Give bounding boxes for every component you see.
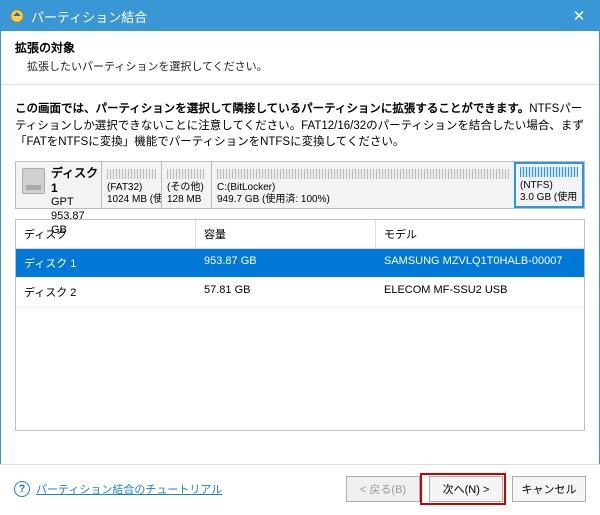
help-icon[interactable]: ? — [14, 481, 30, 497]
th-model[interactable]: モデル — [376, 220, 584, 248]
table-body: ディスク 1 953.87 GB SAMSUNG MZVLQ1T0HALB-00… — [16, 249, 584, 431]
seg-label: (FAT32) — [107, 182, 156, 194]
cell-capacity: 953.87 GB — [196, 249, 376, 277]
tutorial-link[interactable]: パーティション結合のチュートリアル — [36, 481, 222, 497]
partition-segment[interactable]: (FAT32) 1024 MB (使 — [101, 162, 161, 208]
th-disk[interactable]: ディスク — [16, 220, 196, 248]
seg-label: (NTFS) — [520, 180, 578, 192]
seg-sub: 128 MB — [167, 194, 206, 206]
footer: ? パーティション結合のチュートリアル < 戻る(B) 次へ(N) > キャンセ… — [0, 464, 600, 515]
disk-table: ディスク 容量 モデル ディスク 1 953.87 GB SAMSUNG MZV… — [15, 219, 585, 431]
app-icon — [9, 8, 25, 24]
disk-info: ディスク 1 GPT 953.87 GB — [16, 162, 101, 208]
cell-model: ELECOM MF-SSU2 USB — [376, 278, 584, 306]
cancel-button[interactable]: キャンセル — [512, 476, 586, 502]
partition-segment[interactable]: C:(BitLocker) 949.7 GB (使用済: 100%) — [211, 162, 514, 208]
table-header: ディスク 容量 モデル — [16, 220, 584, 249]
seg-sub: 3.0 GB (使用 — [520, 192, 578, 204]
usage-bar — [167, 169, 206, 179]
back-button: < 戻る(B) — [346, 476, 420, 502]
header-subtitle: 拡張したいパーティションを選択してください。 — [15, 58, 585, 74]
disk-icon — [22, 168, 45, 194]
description: この画面では、パーティションを選択して隣接しているパーティションに拡張することが… — [15, 101, 585, 151]
cell-disk: ディスク 2 — [16, 278, 196, 306]
main-content: この画面では、パーティションを選択して隣接しているパーティションに拡張することが… — [1, 85, 599, 441]
cell-capacity: 57.81 GB — [196, 278, 376, 306]
partition-segment[interactable]: (その他) 128 MB — [161, 162, 211, 208]
header-title: 拡張の対象 — [15, 39, 585, 56]
usage-bar — [520, 167, 578, 177]
table-row[interactable]: ディスク 2 57.81 GB ELECOM MF-SSU2 USB — [16, 278, 584, 307]
th-capacity[interactable]: 容量 — [196, 220, 376, 248]
highlight-annotation: 次へ(N) > — [420, 473, 506, 505]
usage-bar — [107, 169, 156, 179]
seg-label: (その他) — [167, 182, 206, 194]
page-header: 拡張の対象 拡張したいパーティションを選択してください。 — [1, 31, 599, 85]
disk-type: GPT — [51, 196, 101, 210]
partition-segment-selected[interactable]: (NTFS) 3.0 GB (使用 — [514, 162, 584, 208]
disk-layout: ディスク 1 GPT 953.87 GB (FAT32) 1024 MB (使 … — [15, 161, 585, 209]
cell-model: SAMSUNG MZVLQ1T0HALB-00007 — [376, 249, 584, 277]
seg-sub: 949.7 GB (使用済: 100%) — [217, 194, 509, 206]
seg-label: C:(BitLocker) — [217, 182, 509, 194]
window-title: パーティション結合 — [31, 7, 147, 26]
seg-sub: 1024 MB (使 — [107, 194, 156, 206]
title-bar: パーティション結合 ✕ — [1, 1, 599, 31]
cell-disk: ディスク 1 — [16, 249, 196, 277]
next-button[interactable]: 次へ(N) > — [429, 476, 503, 502]
disk-name: ディスク 1 — [51, 166, 101, 196]
usage-bar — [217, 169, 509, 179]
desc-bold: この画面では、パーティションを選択して隣接しているパーティションに拡張することが… — [15, 103, 529, 115]
close-button[interactable]: ✕ — [559, 1, 599, 31]
table-row[interactable]: ディスク 1 953.87 GB SAMSUNG MZVLQ1T0HALB-00… — [16, 249, 584, 278]
